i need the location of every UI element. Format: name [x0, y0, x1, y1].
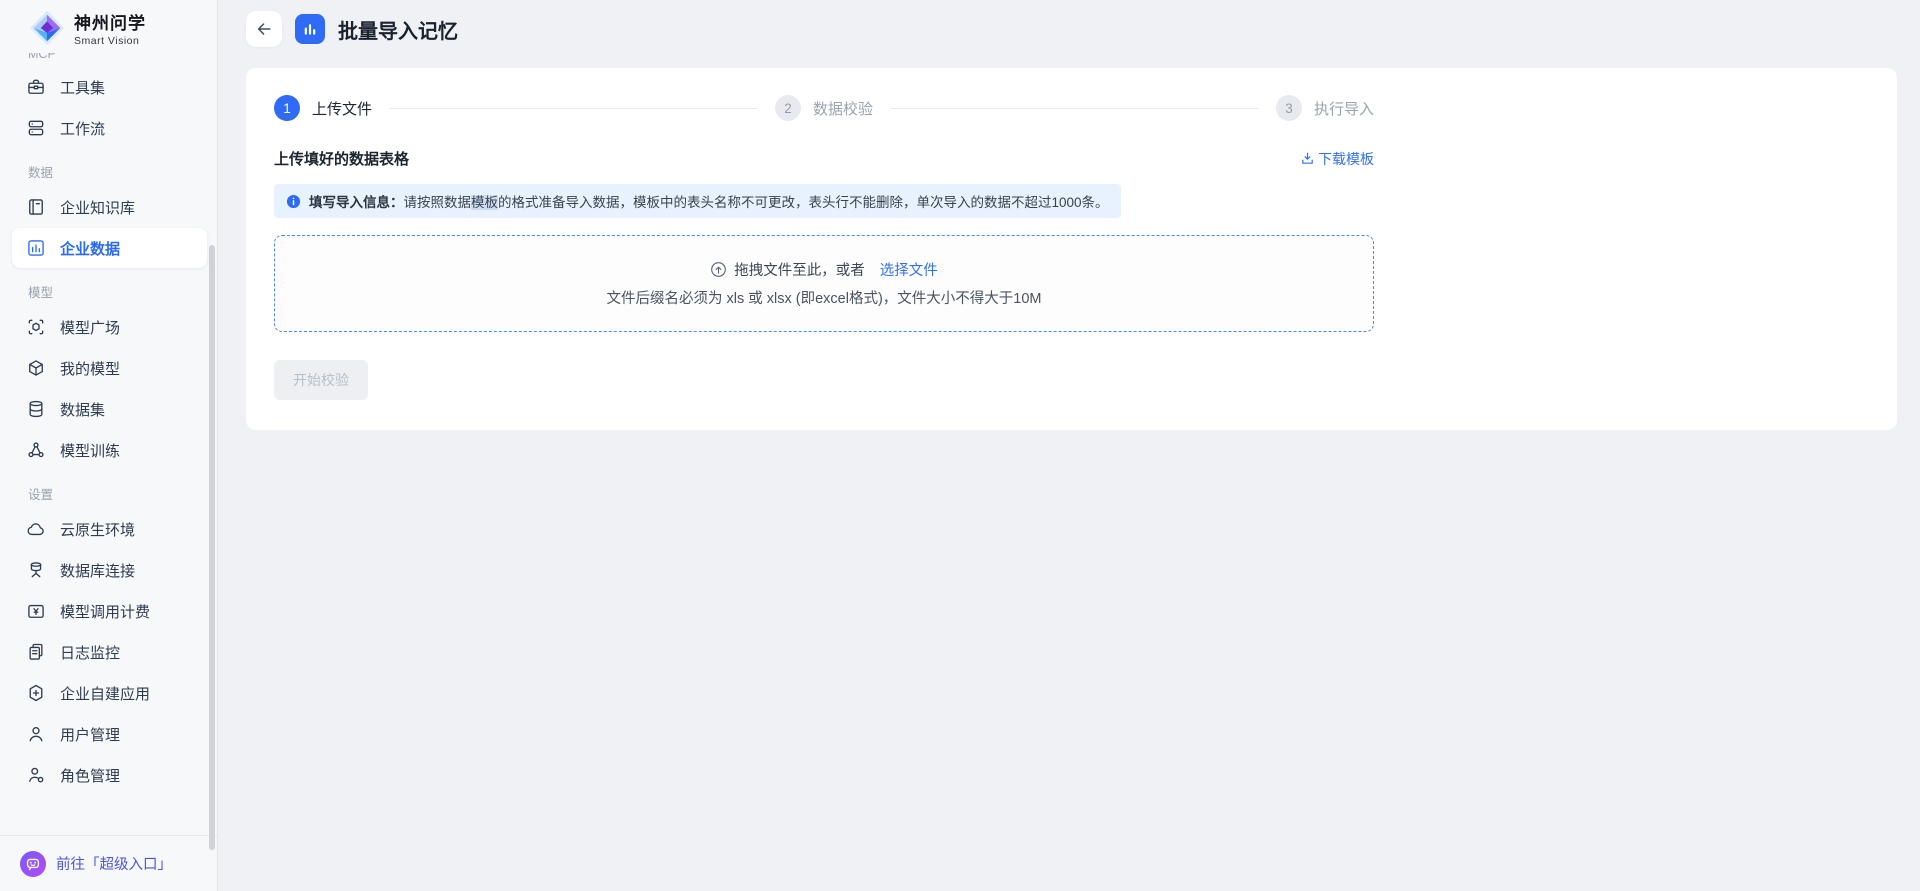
model-plaza-icon [26, 317, 46, 337]
step-number: 2 [775, 95, 801, 121]
sidebar-item-dataset[interactable]: 数据集 [12, 389, 207, 429]
upload-section-header: 上传填好的数据表格 下载模板 [274, 148, 1374, 169]
back-arrow-icon [255, 20, 273, 38]
sidebar-item-my-models[interactable]: 我的模型 [12, 348, 207, 388]
sidebar-item-label: 模型广场 [60, 317, 120, 338]
main-content: 批量导入记忆 1 上传文件 2 数据校验 3 执行导入 [218, 0, 1920, 891]
brand-logo-icon [28, 9, 66, 47]
dropzone-hint-text: 文件后缀名必须为 xls 或 xlsx (即excel格式)，文件大小不得大于1… [606, 287, 1041, 308]
import-stepper: 1 上传文件 2 数据校验 3 执行导入 [274, 95, 1374, 121]
database-connection-icon [26, 560, 46, 580]
step-data-validation: 2 数据校验 [775, 95, 873, 121]
section-label-settings: 设置 [0, 484, 217, 503]
dataset-icon [26, 399, 46, 419]
sidebar-item-label: 模型调用计费 [60, 601, 150, 622]
sidebar-item-label: 日志监控 [60, 642, 120, 663]
step-connector [891, 108, 1258, 109]
step-number: 1 [274, 95, 300, 121]
sidebar-item-billing[interactable]: 模型调用计费 [12, 591, 207, 631]
sidebar-item-role-management[interactable]: 角色管理 [12, 755, 207, 795]
start-validation-button[interactable]: 开始校验 [274, 360, 368, 400]
role-management-icon [26, 765, 46, 785]
step-connector [390, 108, 757, 109]
sidebar-item-enterprise-data[interactable]: 企业数据 [12, 228, 207, 268]
step-label: 数据校验 [813, 98, 873, 119]
custom-app-icon [26, 683, 46, 703]
brand-name: 神州问学 [74, 9, 146, 34]
sidebar-item-toolset[interactable]: 工具集 [12, 67, 207, 107]
sidebar-nav: MCP 工具集 工作流 数据 企业知识库 企业数据 模型 模型广场 我的模型 [0, 53, 217, 835]
page-title-icon [295, 14, 325, 44]
step-upload-file: 1 上传文件 [274, 95, 372, 121]
info-highlight: 模板 [471, 195, 498, 210]
billing-icon [26, 601, 46, 621]
dropzone-primary-text: 拖拽文件至此，或者 选择文件 [710, 259, 938, 280]
sidebar-item-log-monitor[interactable]: 日志监控 [12, 632, 207, 672]
download-template-label: 下载模板 [1318, 149, 1374, 169]
sidebar-item-label: 企业知识库 [60, 197, 135, 218]
sidebar-item-user-management[interactable]: 用户管理 [12, 714, 207, 754]
info-icon [286, 194, 301, 209]
my-models-icon [26, 358, 46, 378]
log-monitor-icon [26, 642, 46, 662]
super-entry-icon [20, 851, 46, 877]
brand: 神州问学 Smart Vision [0, 0, 217, 53]
enterprise-data-icon [26, 238, 46, 258]
drag-text: 拖拽文件至此，或者 [734, 259, 865, 280]
section-label-mcp: MCP [0, 53, 217, 61]
brand-subtitle: Smart Vision [74, 35, 146, 47]
sidebar-item-label: 工具集 [60, 77, 105, 98]
page-title: 批量导入记忆 [338, 15, 458, 44]
sidebar-item-label: 数据集 [60, 399, 105, 420]
section-label-model: 模型 [0, 282, 217, 301]
sidebar: 神州问学 Smart Vision MCP 工具集 工作流 数据 企业知识库 企… [0, 0, 218, 891]
sidebar-item-model-training[interactable]: 模型训练 [12, 430, 207, 470]
sidebar-item-label: 云原生环境 [60, 519, 135, 540]
sidebar-item-cloud-native[interactable]: 云原生环境 [12, 509, 207, 549]
sidebar-item-label: 企业数据 [60, 238, 120, 259]
sidebar-item-label: 企业自建应用 [60, 683, 150, 704]
info-banner-text: 填写导入信息：请按照数据模板的格式准备导入数据，模板中的表头名称不可更改，表头行… [309, 191, 1109, 211]
sidebar-item-label: 角色管理 [60, 765, 120, 786]
page-header: 批量导入记忆 [218, 0, 1920, 58]
sidebar-item-database-connection[interactable]: 数据库连接 [12, 550, 207, 590]
sidebar-item-workflow[interactable]: 工作流 [12, 108, 207, 148]
sidebar-item-custom-app[interactable]: 企业自建应用 [12, 673, 207, 713]
upload-section-title: 上传填好的数据表格 [274, 148, 409, 169]
cloud-icon [26, 519, 46, 539]
super-entry-label: 前往「超级入口」 [56, 853, 172, 874]
upload-icon [710, 261, 727, 278]
super-entry-link[interactable]: 前往「超级入口」 [0, 835, 217, 891]
download-template-link[interactable]: 下载模板 [1300, 149, 1374, 169]
back-button[interactable] [246, 11, 282, 47]
choose-file-link[interactable]: 选择文件 [880, 259, 938, 280]
section-label-data: 数据 [0, 162, 217, 181]
sidebar-item-model-plaza[interactable]: 模型广场 [12, 307, 207, 347]
import-info-banner: 填写导入信息：请按照数据模板的格式准备导入数据，模板中的表头名称不可更改，表头行… [274, 184, 1121, 218]
download-icon [1300, 151, 1315, 166]
file-dropzone[interactable]: 拖拽文件至此，或者 选择文件 文件后缀名必须为 xls 或 xlsx (即exc… [274, 235, 1374, 332]
sidebar-item-label: 数据库连接 [60, 560, 135, 581]
sidebar-item-label: 模型训练 [60, 440, 120, 461]
sidebar-item-label: 用户管理 [60, 724, 120, 745]
step-label: 上传文件 [312, 98, 372, 119]
step-execute-import: 3 执行导入 [1276, 95, 1374, 121]
user-management-icon [26, 724, 46, 744]
sidebar-item-knowledge-base[interactable]: 企业知识库 [12, 187, 207, 227]
step-number: 3 [1276, 95, 1302, 121]
sidebar-scrollbar[interactable] [209, 245, 215, 850]
workflow-icon [26, 118, 46, 138]
import-card: 1 上传文件 2 数据校验 3 执行导入 上传填好的数据表格 [246, 68, 1897, 430]
sidebar-item-label: 工作流 [60, 118, 105, 139]
knowledge-base-icon [26, 197, 46, 217]
model-training-icon [26, 440, 46, 460]
step-label: 执行导入 [1314, 98, 1374, 119]
sidebar-item-label: 我的模型 [60, 358, 120, 379]
toolset-icon [26, 77, 46, 97]
